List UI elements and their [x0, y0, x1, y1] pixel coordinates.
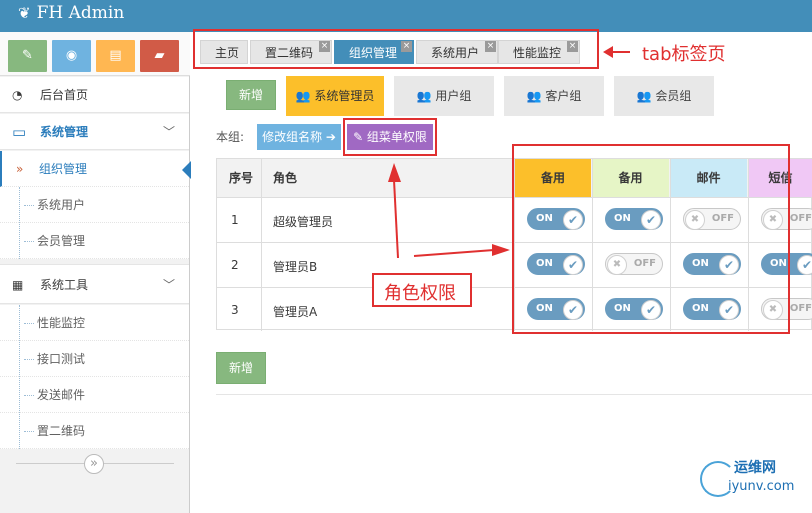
bottom-add-button[interactable]: 新增: [216, 352, 266, 384]
sidebar: ✎ ◉ ▤ ▰ ◔ 后台首页 ▭ 系统管理 ﹀ » 组织管理 系统用户 会员管理…: [0, 32, 191, 513]
sidebar-sub-api-test[interactable]: 接口测试: [0, 341, 189, 377]
column-header-role: 角色: [273, 171, 298, 185]
sidebar-sub-send-mail[interactable]: 发送邮件: [0, 377, 189, 413]
tree-connector: [24, 431, 34, 432]
tree-connector: [24, 323, 34, 324]
users-icon: 👥: [526, 89, 542, 103]
navbar: ❦ FH Admin: [0, 0, 812, 32]
button-label: 新增: [228, 361, 253, 375]
group-tab-label: 会员组: [655, 89, 692, 103]
cell-role: 超级管理员: [273, 215, 334, 229]
book-shortcut-button[interactable]: ▤: [96, 40, 135, 72]
group-tab-customer[interactable]: 👥 客户组: [504, 76, 604, 116]
brand[interactable]: ❦ FH Admin: [18, 3, 124, 23]
group-tab-label: 用户组: [435, 89, 472, 103]
double-chevron-icon: »: [16, 162, 24, 176]
cell-no: 3: [231, 303, 239, 317]
sidebar-sub-label: 会员管理: [37, 234, 86, 248]
sidebar-item-label: 系统管理: [40, 125, 89, 139]
chevron-down-icon: ﹀: [162, 278, 175, 292]
pencil-shortcut-button[interactable]: ✎: [8, 40, 47, 72]
sidebar-item-label: 后台首页: [40, 88, 89, 102]
cell-no: 2: [231, 258, 239, 272]
sidebar-sub-label: 接口测试: [37, 352, 86, 366]
folder-icon: ▰: [154, 48, 165, 63]
sidebar-sub-perf-monitor[interactable]: 性能监控: [0, 305, 189, 341]
desktop-icon: ▭: [12, 123, 27, 141]
users-icon: 👥: [636, 89, 652, 103]
sidebar-sub-label: 性能监控: [37, 316, 86, 330]
group-tab-user[interactable]: 👥 用户组: [394, 76, 494, 116]
watermark: 运维网 iyunv.com: [698, 455, 808, 505]
column-header-no: 序号: [229, 171, 254, 185]
sidebar-sub-member-manage[interactable]: 会员管理: [0, 223, 189, 259]
sidebar-sub-qrcode[interactable]: 置二维码: [0, 413, 189, 449]
button-label: 新增: [238, 88, 263, 102]
users-icon: 👥: [295, 89, 311, 103]
sidebar-item-home[interactable]: ◔ 后台首页: [0, 77, 189, 113]
chevron-down-icon: ﹀: [162, 125, 175, 139]
sidebar-item-system-tools[interactable]: ▦ 系统工具 ﹀: [0, 264, 189, 304]
annotation-arrowhead: [603, 46, 613, 58]
sidebar-sub-label: 发送邮件: [37, 388, 86, 402]
tree-line: [19, 187, 20, 259]
eye-icon: ◉: [65, 48, 78, 63]
sidebar-collapse-button[interactable]: »: [84, 454, 104, 474]
sidebar-item-system-manage[interactable]: ▭ 系统管理 ﹀: [0, 114, 189, 150]
rename-group-button[interactable]: 修改组名称 ➔: [257, 124, 341, 150]
annotation-box-role-perm-label: 角色权限: [372, 273, 472, 307]
cell-role: 管理员B: [273, 260, 318, 274]
col-divider: [261, 159, 262, 331]
group-tab-member[interactable]: 👥 会员组: [614, 76, 714, 116]
content-divider: [216, 394, 812, 395]
folder-shortcut-button[interactable]: ▰: [140, 40, 179, 72]
app-title: FH Admin: [36, 3, 125, 23]
cell-role: 管理员A: [273, 305, 318, 319]
cell-no: 1: [231, 213, 239, 227]
button-label: 修改组名称 ➔: [262, 130, 336, 144]
tree-connector: [24, 205, 34, 206]
watermark-title: 运维网: [734, 460, 776, 476]
tree-connector: [24, 241, 34, 242]
leaf-icon: ❦: [18, 4, 31, 22]
annotation-role-perm-label: 角色权限: [384, 283, 456, 304]
add-group-button[interactable]: 新增: [226, 80, 276, 110]
double-chevron-icon: »: [90, 456, 98, 471]
tree-connector: [24, 359, 34, 360]
eye-shortcut-button[interactable]: ◉: [52, 40, 91, 72]
shortcut-bar: ✎ ◉ ▤ ▰: [0, 32, 190, 76]
dashboard-icon: ◔: [12, 88, 23, 102]
annotation-box-tabs: [193, 29, 599, 69]
sidebar-sub-label: 系统用户: [37, 198, 86, 212]
annotation-tab-label: tab标签页: [642, 44, 726, 65]
sidebar-sub-system-users[interactable]: 系统用户: [0, 187, 189, 223]
watermark-url: iyunv.com: [728, 479, 795, 494]
group-tab-sysadmin[interactable]: 👥 系统管理员: [286, 76, 384, 116]
book-icon: ▤: [109, 48, 122, 63]
annotation-box-role-perm: [512, 144, 790, 334]
toggle-state-label: OFF: [789, 213, 812, 224]
grid-icon: ▦: [12, 278, 24, 292]
group-tab-label: 系统管理员: [314, 89, 375, 103]
sidebar-sub-org-manage[interactable]: » 组织管理: [0, 151, 191, 187]
users-icon: 👥: [416, 89, 432, 103]
group-tab-label: 客户组: [545, 89, 582, 103]
main-content: 新增 👥 系统管理员 👥 用户组 👥 客户组 👥 会员组 本组: 修改组名称 ➔…: [190, 72, 812, 513]
sidebar-sub-label: 组织管理: [39, 162, 88, 176]
check-icon: ✔: [797, 255, 812, 275]
tree-connector: [24, 395, 34, 396]
group-label: 本组:: [216, 130, 245, 144]
tree-line: [19, 305, 20, 449]
sidebar-sub-label: 置二维码: [37, 424, 86, 438]
pencil-icon: ✎: [22, 48, 33, 63]
sidebar-item-label: 系统工具: [40, 278, 89, 292]
annotation-box-menu-perm: [343, 118, 437, 156]
toggle-state-label: OFF: [789, 303, 812, 314]
